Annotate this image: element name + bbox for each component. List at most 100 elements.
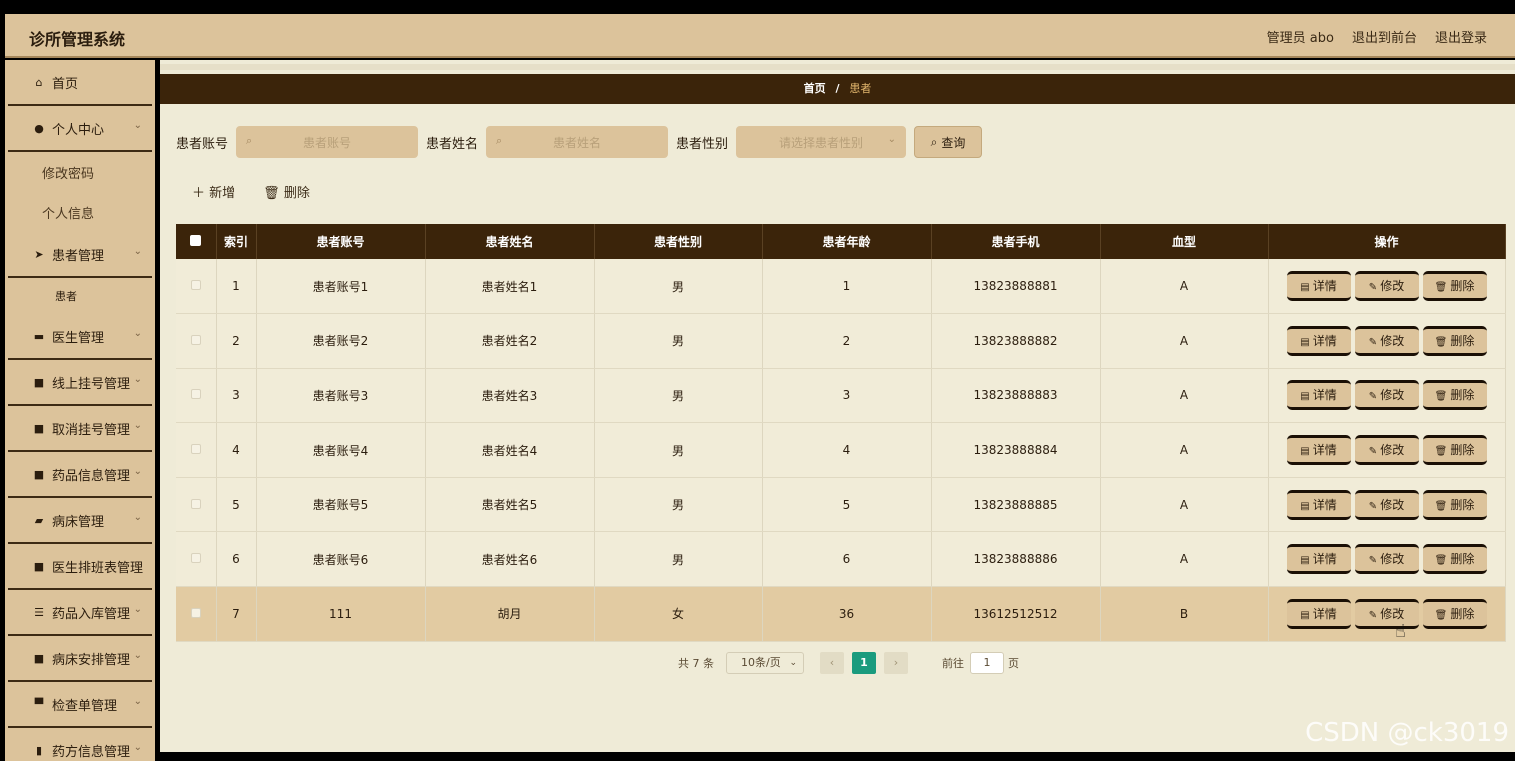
delete-button-label: 删除 [1450, 388, 1475, 403]
cell-account: 患者账号2 [256, 313, 426, 369]
sidebar-item-label: 患者管理 [52, 248, 105, 264]
sidebar-item-personal-info[interactable]: 个人信息 [5, 192, 155, 232]
trash-icon: 🗑 [1434, 391, 1448, 403]
cell-blood: A [1100, 531, 1269, 588]
name-search-input[interactable]: ⌕ 患者姓名 [486, 126, 669, 158]
delete-button-label: 删除 [1450, 552, 1475, 567]
add-button[interactable]: ＋ 新增 [192, 182, 235, 201]
sidebar-item-online-reg[interactable]: ■ 线上挂号管理 ⌄ [8, 360, 152, 406]
delete-button[interactable]: 🗑 删除 [1422, 598, 1487, 629]
cell-gender: 男 [594, 313, 763, 369]
cell-index: 6 [216, 531, 257, 588]
chevron-down-icon: ⌄ [133, 328, 142, 339]
sidebar-item-label: 首页 [52, 76, 79, 92]
row-checkbox[interactable] [190, 334, 201, 345]
sidebar-item-change-password[interactable]: 修改密码 [5, 152, 155, 192]
query-button[interactable]: ⌕ 查询 [914, 126, 983, 158]
exit-front-link[interactable]: 退出到前台 [1352, 27, 1417, 46]
delete-button-label: 删除 [1450, 279, 1475, 294]
detail-button[interactable]: ▤ 详情 [1286, 435, 1351, 466]
delete-button[interactable]: 🗑 删除 [1422, 435, 1487, 466]
sidebar-item-drug-info[interactable]: ■ 药品信息管理 ⌄ [8, 452, 152, 498]
delete-button[interactable]: 🗑 删除 [1422, 489, 1487, 520]
chevron-down-icon: ⌄ [133, 466, 142, 477]
table-row: 7 111 胡月女 36 13612512512 B ▤ 详情 ✎ 修改 🗑 删除 [176, 586, 1506, 642]
sidebar: ⌂ 首页 ● 个人中心 ⌄ 修改密码 个人信息 ➤ 患者管理 ⌄ 患者 ▬ 医生管理 ⌄ ■ 线… [5, 60, 155, 761]
document-icon: ▤ [1300, 336, 1310, 348]
breadcrumb-home[interactable]: 首页 [804, 82, 826, 95]
detail-button[interactable]: ▤ 详情 [1286, 544, 1351, 575]
cell-gender: 男 [594, 477, 763, 533]
cell-name: 患者姓名3 [425, 368, 595, 424]
document-icon: ▤ [1300, 391, 1310, 403]
row-checkbox[interactable] [190, 280, 201, 291]
next-page-button[interactable]: › [884, 652, 908, 674]
row-checkbox[interactable] [190, 498, 201, 509]
col-phone: 患者手机 [931, 224, 1101, 259]
edit-button[interactable]: ✎ 修改 [1354, 489, 1419, 520]
page-number-button[interactable]: 1 [852, 652, 876, 674]
delete-button[interactable]: 🗑 删除 [1422, 271, 1487, 302]
select-all-header[interactable] [176, 224, 217, 259]
sidebar-item-exam-order[interactable]: ▀ 检查单管理 ⌄ [8, 682, 152, 728]
goto-page-input[interactable]: 1 [970, 652, 1004, 674]
delete-button[interactable]: 🗑 删除 [1422, 325, 1487, 356]
row-checkbox[interactable] [190, 444, 201, 455]
mouse-cursor-icon: ☝ [1395, 621, 1406, 642]
detail-button[interactable]: ▤ 详情 [1286, 325, 1351, 356]
gender-select[interactable]: 请选择患者性别 ⌄ [736, 126, 907, 158]
delete-button[interactable]: 🗑 删除 [1422, 544, 1487, 575]
edit-button[interactable]: ✎ 修改 [1354, 598, 1419, 629]
sidebar-item-bed-mgmt[interactable]: ▰ 病床管理 ⌄ [8, 498, 152, 544]
cell-phone: 13612512512 [931, 586, 1101, 642]
row-checkbox[interactable] [190, 389, 201, 400]
logout-link[interactable]: 退出登录 [1435, 27, 1487, 46]
edit-button[interactable]: ✎ 修改 [1354, 544, 1419, 575]
delete-button[interactable]: 🗑 删除 [1422, 380, 1487, 411]
sidebar-item-schedule[interactable]: ■ 医生排班表管理 ⌄ [8, 544, 152, 590]
gender-placeholder: 请选择患者性别 [779, 135, 864, 150]
row-checkbox[interactable] [190, 607, 201, 618]
edit-button[interactable]: ✎ 修改 [1354, 271, 1419, 302]
sidebar-item-home[interactable]: ⌂ 首页 [8, 60, 152, 106]
sidebar-item-doctor-mgmt[interactable]: ▬ 医生管理 ⌄ [8, 314, 152, 360]
cell-name: 患者姓名1 [425, 259, 595, 315]
trash-icon: 🗑 [1434, 555, 1448, 567]
sidebar-item-label: 病床安排管理 [52, 652, 131, 668]
top-strip [160, 64, 1515, 70]
detail-button[interactable]: ▤ 详情 [1286, 489, 1351, 520]
detail-button[interactable]: ▤ 详情 [1286, 598, 1351, 629]
sidebar-item-cancel-reg[interactable]: ■ 取消挂号管理 ⌄ [8, 406, 152, 452]
checkbox-cell [176, 531, 217, 588]
cell-gender: 男 [594, 422, 763, 478]
cell-phone: 13823888883 [931, 368, 1101, 424]
cell-actions: ▤ 详情 ✎ 修改 🗑 删除 [1268, 313, 1506, 369]
row-checkbox[interactable] [190, 553, 201, 564]
sidebar-item-personal[interactable]: ● 个人中心 ⌄ [8, 106, 152, 152]
select-all-checkbox[interactable] [190, 234, 202, 246]
prev-page-button[interactable]: ‹ [820, 652, 844, 674]
cell-index: 3 [216, 368, 257, 424]
top-bar: 诊所管理系统 管理员 abo 退出到前台 退出登录 [5, 14, 1515, 58]
chevron-down-icon: ⌄ [133, 512, 142, 523]
account-search-input[interactable]: ⌕ 患者账号 [236, 126, 419, 158]
cell-blood: B [1100, 586, 1269, 642]
edit-button-label: 修改 [1380, 497, 1405, 512]
sidebar-item-label: 取消挂号管理 [52, 422, 131, 438]
sidebar-item-prescription[interactable]: ▮ 药方信息管理 ⌄ [8, 728, 152, 761]
edit-button[interactable]: ✎ 修改 [1354, 325, 1419, 356]
table-row: 6 患者账号6 患者姓名6 男 6 13823888886 A ▤ 详情 ✎ 修改 🗑 删除 [176, 531, 1506, 588]
sidebar-item-patient[interactable]: 患者 [5, 278, 155, 314]
batch-delete-button[interactable]: 🗑 删除 [263, 182, 310, 201]
cell-blood: A [1100, 368, 1269, 424]
edit-button[interactable]: ✎ 修改 [1354, 380, 1419, 411]
detail-button[interactable]: ▤ 详情 [1286, 271, 1351, 302]
detail-button[interactable]: ▤ 详情 [1286, 380, 1351, 411]
page-size-select[interactable]: 10条/页 ⌄ [726, 652, 804, 674]
sidebar-item-patient-mgmt[interactable]: ➤ 患者管理 ⌄ [8, 232, 152, 278]
sidebar-item-label: 医生排班表管理 [52, 560, 144, 576]
sidebar-item-bed-arrange[interactable]: ■ 病床安排管理 ⌄ [8, 636, 152, 682]
delete-button-label: 删除 [1450, 443, 1475, 458]
edit-button[interactable]: ✎ 修改 [1354, 435, 1419, 466]
sidebar-item-drug-stock[interactable]: ☰ 药品入库管理 ⌄ [8, 590, 152, 636]
